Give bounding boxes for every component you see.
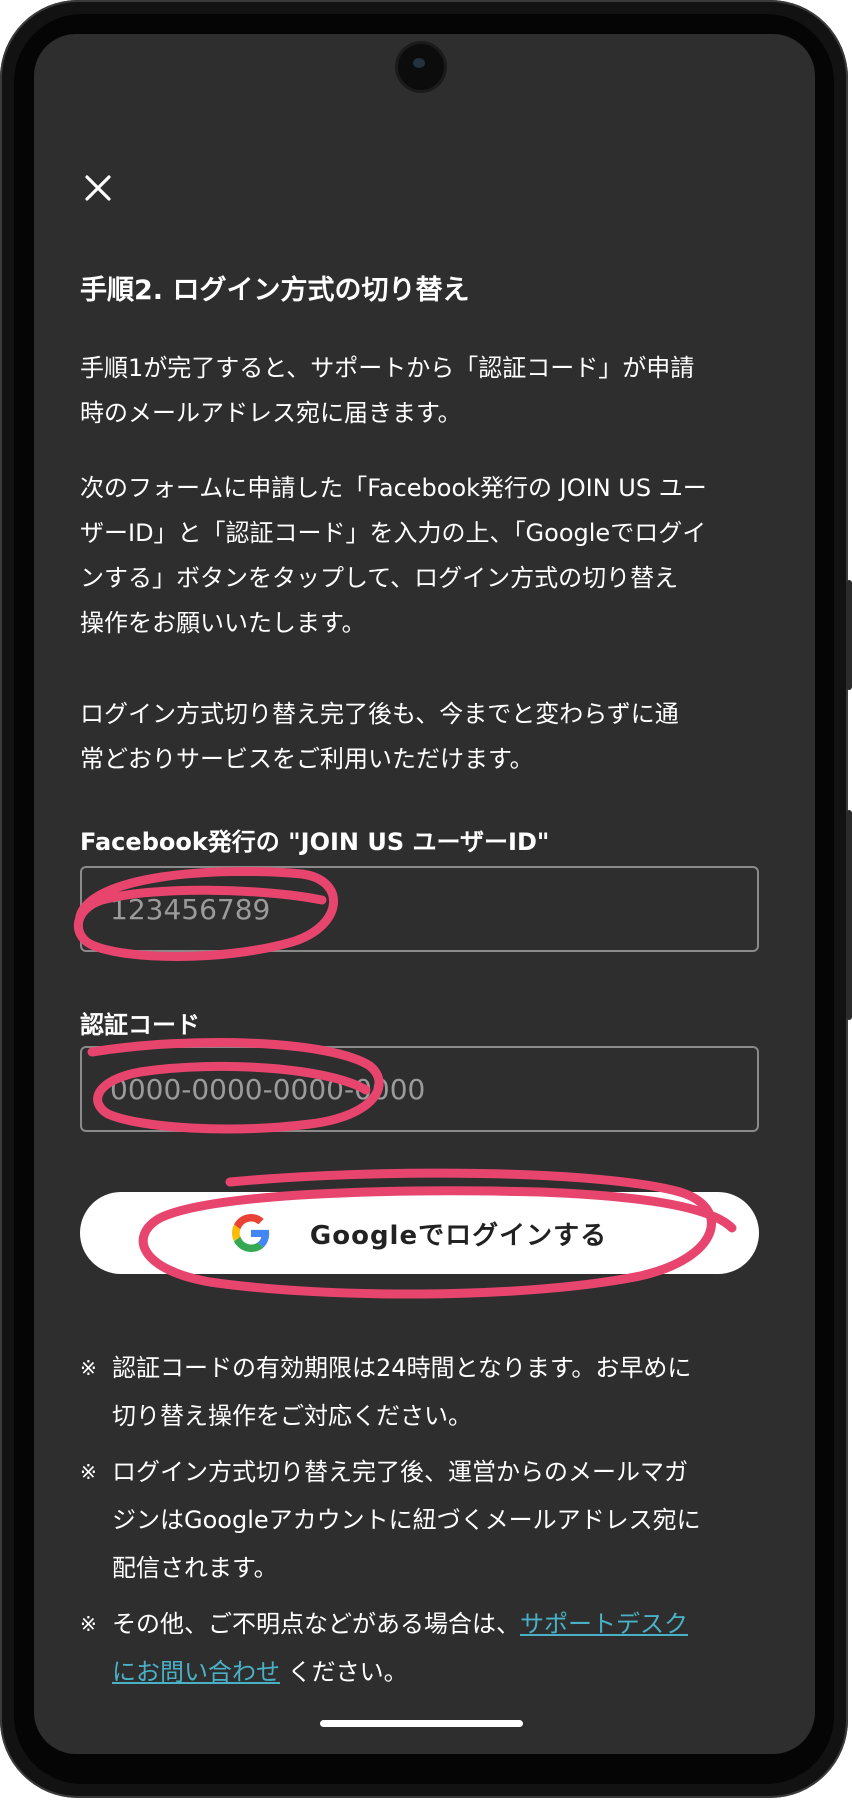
close-icon bbox=[85, 175, 111, 201]
text-line: にお問い合わせ ください。 bbox=[112, 1648, 780, 1696]
auth-code-label: 認証コード bbox=[80, 1011, 200, 1039]
support-desk-link-continued[interactable]: にお問い合わせ bbox=[112, 1658, 280, 1686]
note-mark: ※ bbox=[80, 1356, 97, 1380]
text-line: ザーID」と「認証コード」を入力の上、「Googleでログイ bbox=[80, 519, 707, 547]
user-id-label: Facebook発行の "JOIN US ユーザーID" bbox=[80, 828, 550, 856]
text-line: 常どおりサービスをご利用いただけます。 bbox=[80, 745, 534, 773]
text-line: 時のメールアドレス宛に届きます。 bbox=[80, 399, 462, 427]
text-line: 操作をお願いいたします。 bbox=[80, 609, 366, 637]
note-mark: ※ bbox=[80, 1612, 97, 1636]
note-item: ※ その他、ご不明点などがある場合は、サポートデスク にお問い合わせ ください。 bbox=[80, 1600, 780, 1696]
front-camera bbox=[398, 44, 444, 90]
text-line: 手順1が完了すると、サポートから「認証コード」が申請 bbox=[80, 354, 695, 382]
intro-paragraph: 手順1が完了すると、サポートから「認証コード」が申請 時のメールアドレス宛に届き… bbox=[80, 346, 780, 436]
note-item: ※ ログイン方式切り替え完了後、運営からのメールマガ ジンはGoogleアカウン… bbox=[80, 1448, 780, 1592]
page-title: 手順2. ログイン方式の切り替え bbox=[80, 275, 470, 306]
text-line: 次のフォームに申請した「Facebook発行の JOIN US ユー bbox=[80, 474, 707, 502]
text-line: 配信されます。 bbox=[112, 1554, 278, 1582]
text-line: 切り替え操作をご対応ください。 bbox=[112, 1402, 472, 1430]
support-desk-link[interactable]: サポートデスク bbox=[520, 1610, 688, 1638]
notes-list: ※ 認証コードの有効期限は24時間となります。お早めに 切り替え操作をご対応くだ… bbox=[80, 1344, 780, 1704]
text-line: その他、ご不明点などがある場合は、サポートデスク bbox=[112, 1600, 780, 1648]
note-text: その他、ご不明点などがある場合は、 bbox=[112, 1610, 520, 1638]
google-login-label: Googleでログインする bbox=[309, 1220, 608, 1251]
note-item: ※ 認証コードの有効期限は24時間となります。お早めに 切り替え操作をご対応くだ… bbox=[80, 1344, 780, 1440]
text-line: ジンはGoogleアカウントに紐づくメールアドレス宛に bbox=[112, 1506, 701, 1534]
text-line: ログイン方式切り替え完了後も、今までと変わらずに通 bbox=[80, 700, 679, 728]
instruction-paragraph: 次のフォームに申請した「Facebook発行の JOIN US ユー ザーID」… bbox=[80, 466, 780, 646]
google-g-logo-icon bbox=[231, 1214, 270, 1252]
google-login-button[interactable]: Googleでログインする bbox=[80, 1192, 759, 1274]
text-line: 認証コードの有効期限は24時間となります。お早めに bbox=[112, 1354, 692, 1382]
close-button[interactable] bbox=[76, 166, 120, 210]
volume-button bbox=[846, 810, 852, 1020]
auth-code-input[interactable] bbox=[80, 1046, 759, 1132]
after-switch-paragraph: ログイン方式切り替え完了後も、今までと変わらずに通 常どおりサービスをご利用いた… bbox=[80, 692, 780, 782]
text-line: ンする」ボタンをタップして、ログイン方式の切り替え bbox=[80, 564, 679, 592]
phone-screen: 手順2. ログイン方式の切り替え 手順1が完了すると、サポートから「認証コード」… bbox=[34, 34, 815, 1754]
user-id-input[interactable] bbox=[80, 866, 759, 952]
note-text: ください。 bbox=[280, 1658, 408, 1686]
note-mark: ※ bbox=[80, 1460, 97, 1484]
power-button bbox=[846, 580, 852, 690]
home-indicator[interactable] bbox=[320, 1720, 523, 1727]
text-line: ログイン方式切り替え完了後、運営からのメールマガ bbox=[112, 1458, 688, 1486]
